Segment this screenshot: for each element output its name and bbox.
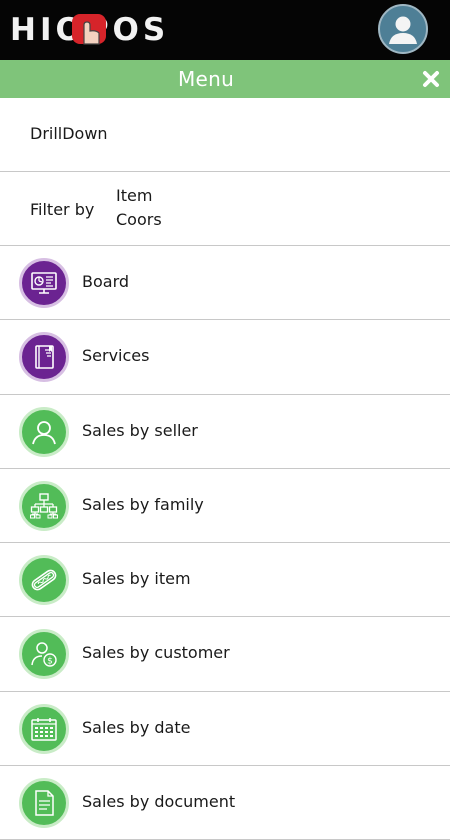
person-icon bbox=[19, 406, 69, 457]
drilldown-label: DrillDown bbox=[30, 124, 108, 143]
menu-item-label: Services bbox=[82, 346, 150, 366]
filter-row[interactable]: Filter by Item Coors bbox=[0, 172, 450, 246]
menu-item-sales-by-date[interactable]: Sales by date bbox=[0, 692, 450, 767]
user-icon bbox=[389, 16, 417, 44]
menu-item-label: Sales by item bbox=[82, 569, 191, 589]
menu-header: Menu bbox=[0, 60, 450, 98]
calendar-icon bbox=[19, 703, 69, 754]
menu-item-services[interactable]: Services bbox=[0, 320, 450, 395]
filter-label: Filter by bbox=[30, 200, 95, 219]
document-icon bbox=[19, 778, 69, 829]
menu-item-board[interactable]: Board bbox=[0, 246, 450, 321]
menu-list: Board Services Sales by seller Sales by … bbox=[0, 246, 450, 840]
customer-money-icon: $ bbox=[19, 629, 69, 680]
filter-value-coors: Coors bbox=[116, 210, 162, 229]
menu-item-label: Board bbox=[82, 272, 130, 291]
menu-item-label: Sales by customer bbox=[82, 643, 230, 663]
menu-item-sales-by-customer[interactable]: $ Sales by customer bbox=[0, 617, 450, 692]
menu-item-sales-by-family[interactable]: Sales by family bbox=[0, 469, 450, 544]
hotdog-icon bbox=[19, 555, 69, 606]
menu-item-label: Sales by document bbox=[82, 792, 236, 812]
hierarchy-icon bbox=[19, 480, 69, 531]
menu-item-label: Sales by family bbox=[82, 494, 204, 514]
user-avatar[interactable] bbox=[378, 4, 428, 54]
filter-value-item: Item bbox=[116, 186, 153, 205]
svg-text:$: $ bbox=[47, 657, 53, 667]
menu-item-sales-by-item[interactable]: Sales by item bbox=[0, 543, 450, 618]
menu-title: Menu bbox=[177, 67, 235, 91]
notebook-icon bbox=[19, 332, 69, 383]
close-icon bbox=[423, 71, 439, 87]
hiopos-logo: HIOPOS bbox=[10, 12, 165, 47]
menu-item-label: Sales by date bbox=[82, 717, 191, 737]
close-button[interactable] bbox=[418, 66, 444, 92]
top-bar: HIOPOS bbox=[0, 0, 450, 60]
dashboard-icon bbox=[19, 258, 69, 308]
menu-item-sales-by-document[interactable]: Sales by document bbox=[0, 766, 450, 840]
menu-item-label: Sales by seller bbox=[82, 420, 198, 440]
menu-item-sales-by-seller[interactable]: Sales by seller bbox=[0, 395, 450, 469]
drilldown-row[interactable]: DrillDown bbox=[0, 98, 450, 172]
